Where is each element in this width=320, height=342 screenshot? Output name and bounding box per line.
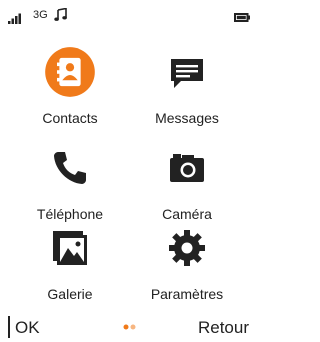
- app-tile-camera[interactable]: Caméra: [127, 146, 247, 226]
- app-tile-parametres[interactable]: Paramètres: [127, 226, 247, 306]
- battery-icon: [234, 13, 250, 22]
- status-bar: 3G: [0, 0, 255, 24]
- message-bubble-icon: [171, 59, 203, 88]
- launcher-screen: 3G Contacts Messages Téléphone Caméra Ga…: [0, 0, 255, 342]
- softkey-bar: OK Retour: [0, 312, 255, 342]
- softkey-divider: [8, 316, 10, 338]
- app-tile-telephone[interactable]: Téléphone: [10, 146, 130, 226]
- gear-icon: [169, 230, 205, 266]
- signal-bars-icon: [8, 13, 21, 24]
- contacts-book-icon: [45, 47, 95, 97]
- app-tile-galerie[interactable]: Galerie: [10, 226, 130, 306]
- app-label-parametres: Paramètres: [150, 286, 224, 302]
- app-tile-messages[interactable]: Messages: [127, 50, 247, 130]
- app-label-contacts: Contacts: [42, 110, 98, 126]
- app-tile-contacts[interactable]: Contacts: [10, 47, 130, 130]
- app-label-telephone: Téléphone: [36, 206, 104, 222]
- page-indicator-icon: [123, 324, 136, 330]
- softkey-retour[interactable]: Retour: [198, 318, 249, 338]
- app-label-messages: Messages: [155, 110, 219, 126]
- image-gallery-icon: [53, 231, 87, 265]
- music-note-icon: [54, 8, 67, 21]
- softkey-ok[interactable]: OK: [15, 318, 40, 338]
- app-label-galerie: Galerie: [47, 286, 93, 302]
- network-type-label: 3G: [33, 9, 48, 21]
- camera-icon: [170, 154, 204, 182]
- app-label-camera: Caméra: [162, 206, 212, 222]
- phone-handset-icon: [54, 152, 86, 184]
